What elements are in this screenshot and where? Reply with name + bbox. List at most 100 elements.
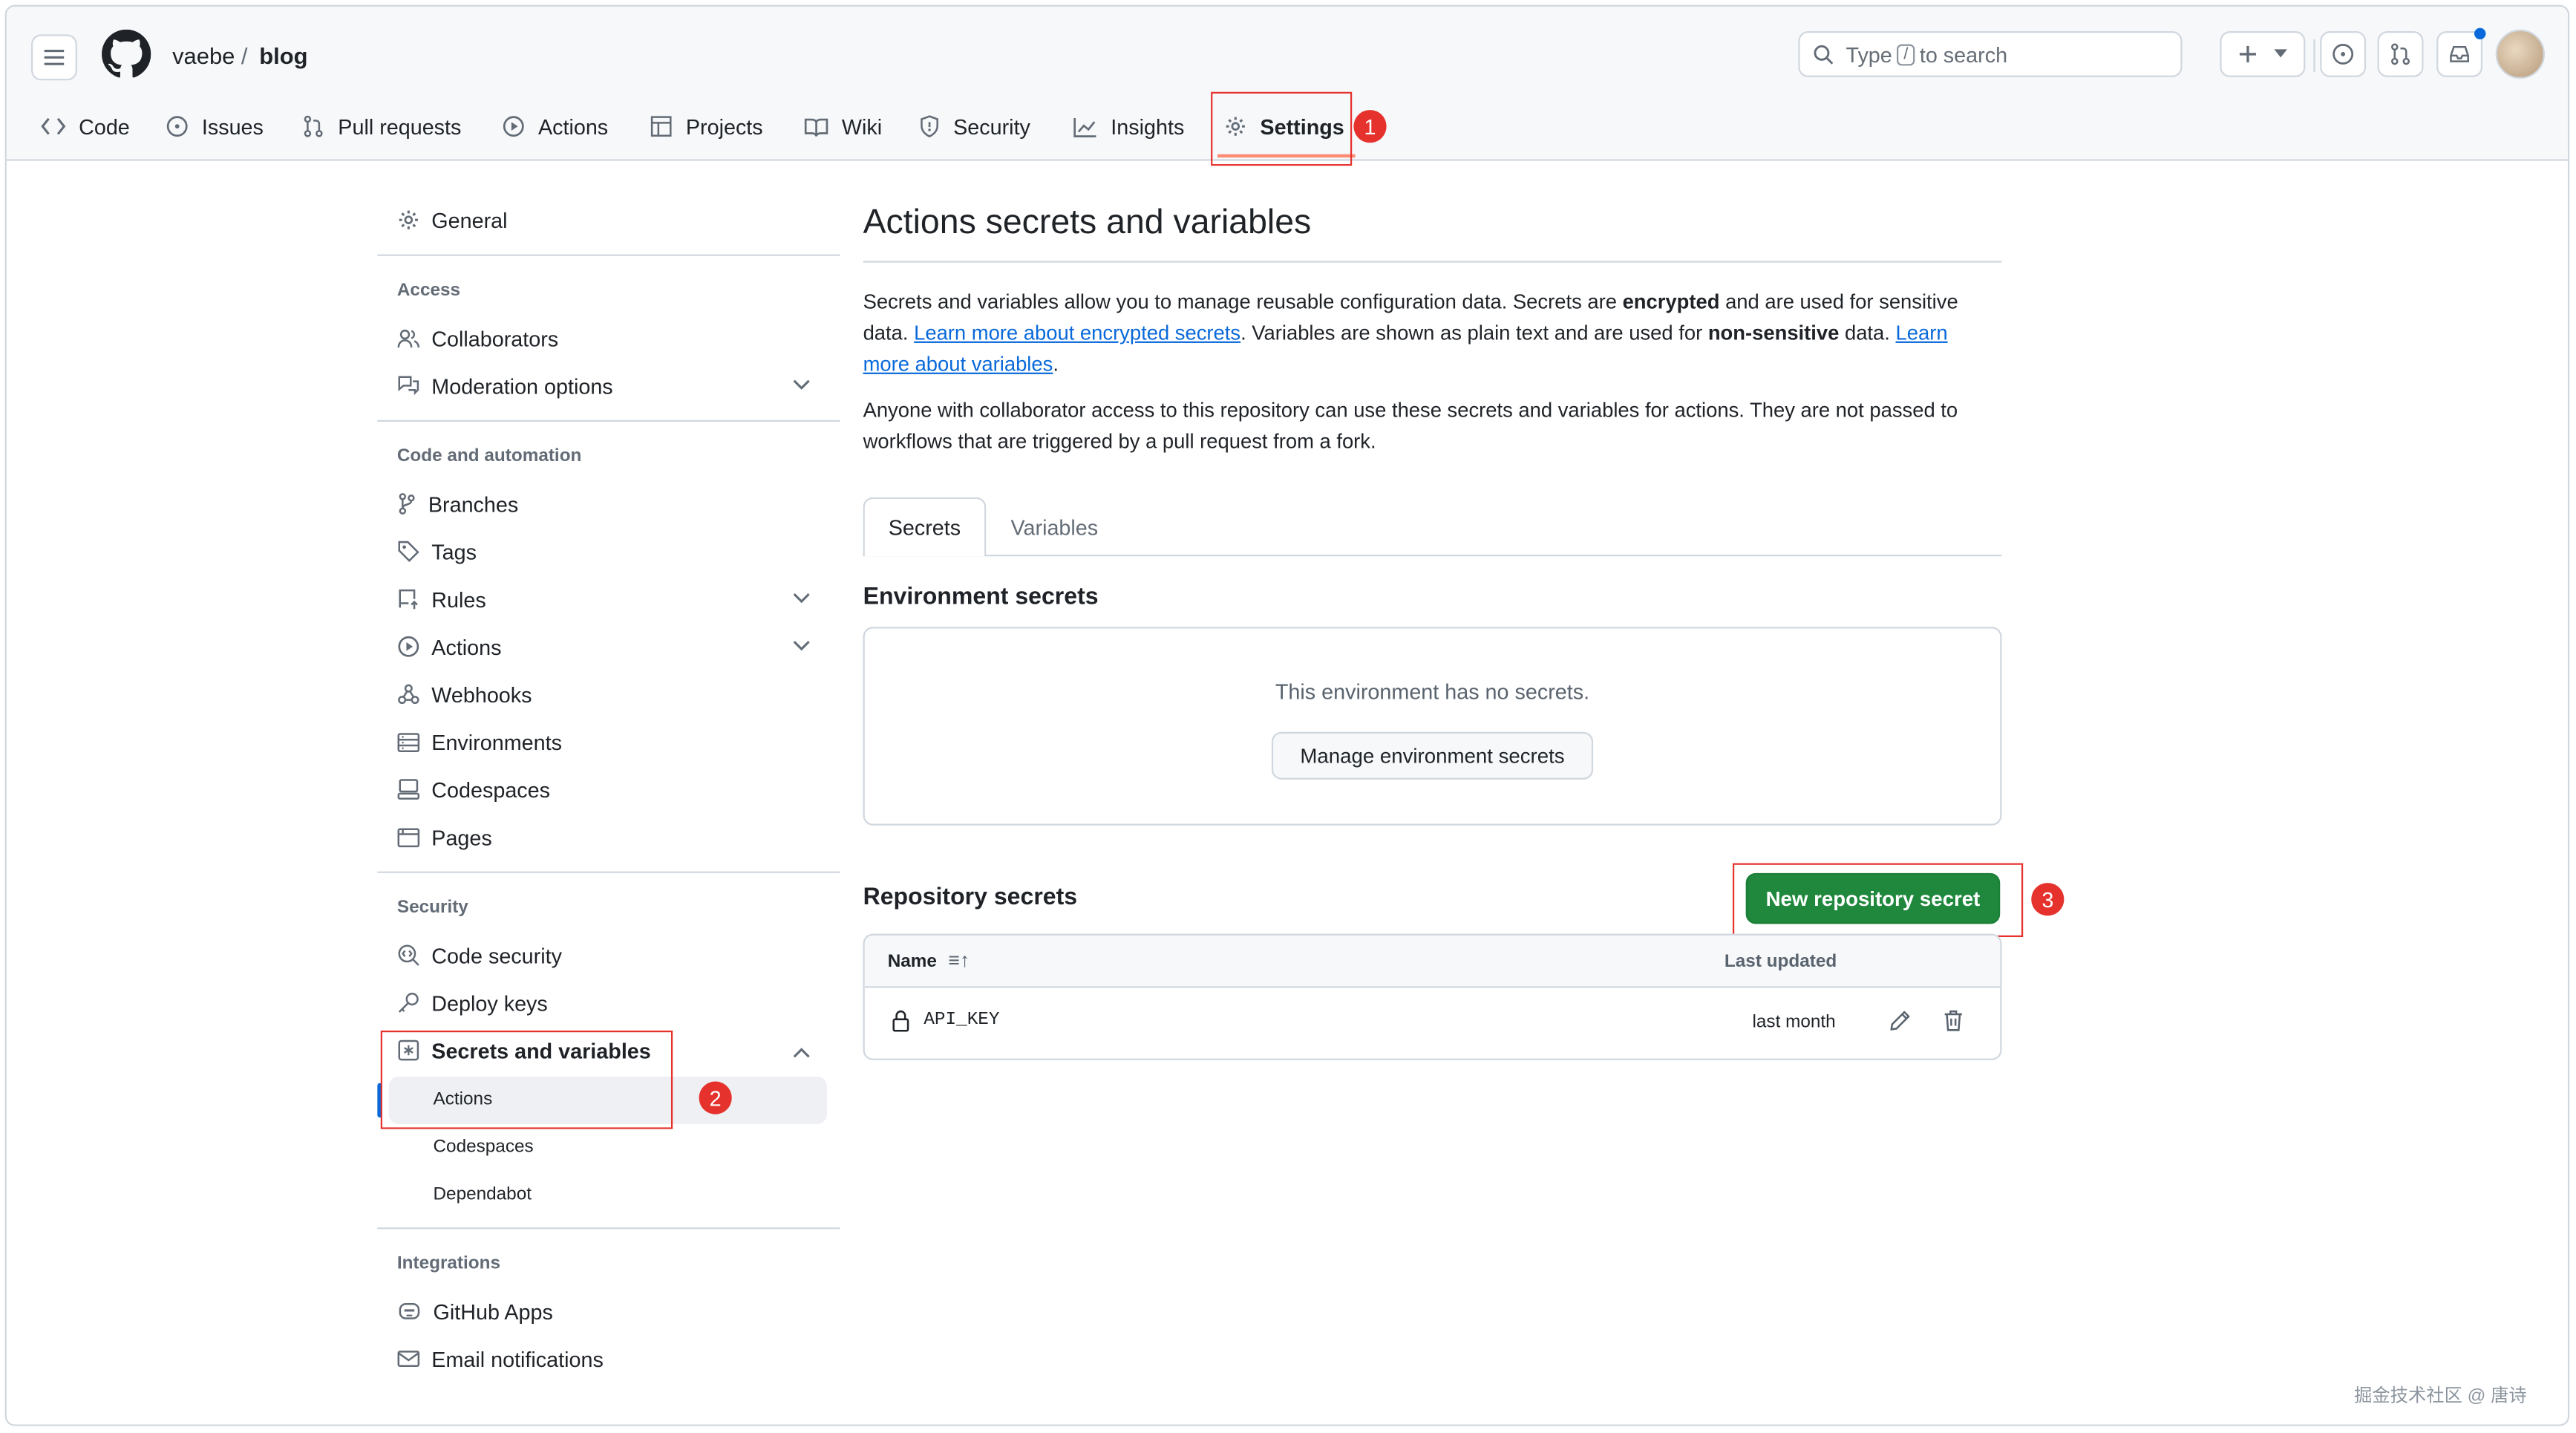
- chevron-down-icon[interactable]: [793, 379, 811, 391]
- sidebar-item-tags[interactable]: Tags: [397, 532, 477, 571]
- sidebar-item-label: GitHub Apps: [433, 1299, 553, 1324]
- search-icon: [1814, 44, 1834, 64]
- sidebar-item-label: Email notifications: [431, 1346, 604, 1371]
- pull-requests-button[interactable]: [2377, 30, 2424, 77]
- sidebar-subitem-codespaces[interactable]: Codespaces: [433, 1137, 533, 1158]
- sidebar-heading-access: Access: [396, 280, 461, 301]
- sidebar-item-general[interactable]: General: [397, 200, 508, 240]
- sidebar-heading-integrations: Integrations: [396, 1253, 501, 1274]
- gear-icon: [399, 210, 418, 229]
- tab-security-label: Security: [953, 114, 1030, 139]
- book-icon: [804, 117, 828, 136]
- tab-projects-label: Projects: [685, 114, 763, 139]
- sidebar-item-collaborators[interactable]: Collaborators: [397, 319, 558, 358]
- tab-pull-requests[interactable]: Pull requests: [302, 105, 462, 147]
- subtab-secrets[interactable]: Secrets: [863, 497, 987, 557]
- tab-wiki[interactable]: Wiki: [804, 105, 882, 147]
- sidebar-item-branches[interactable]: Branches: [397, 484, 518, 523]
- menu-button[interactable]: [30, 34, 77, 81]
- sidebar-item-label: Environments: [431, 729, 562, 754]
- search-suffix: to search: [1919, 42, 2008, 67]
- sidebar-divider: [377, 420, 840, 422]
- column-last-updated-header: Last updated: [1724, 951, 1837, 972]
- breadcrumb-owner[interactable]: vaebe: [172, 42, 235, 68]
- tab-security[interactable]: Security: [919, 105, 1030, 147]
- sidebar-subitem-dependabot[interactable]: Dependabot: [433, 1185, 532, 1205]
- environment-empty-text: This environment has no secrets.: [1275, 679, 1590, 705]
- sidebar-item-actions[interactable]: Actions: [397, 627, 502, 666]
- sort-icon[interactable]: ≡↑: [948, 948, 970, 971]
- plus-icon: [2239, 45, 2257, 62]
- tab-insights[interactable]: Insights: [1073, 105, 1184, 147]
- github-logo-icon[interactable]: [102, 29, 151, 79]
- title-divider: [863, 261, 2002, 263]
- codescan-icon: [398, 944, 419, 966]
- sidebar-item-environments[interactable]: Environments: [397, 722, 562, 761]
- sidebar-item-email-notifications[interactable]: Email notifications: [397, 1339, 604, 1379]
- sidebar-item-label: Deploy keys: [431, 990, 548, 1016]
- annotation-marker-2: 2: [699, 1081, 732, 1114]
- pencil-icon[interactable]: [1889, 1009, 1912, 1032]
- avatar[interactable]: [2495, 29, 2546, 79]
- hubot-icon: [399, 1303, 420, 1319]
- people-icon: [397, 328, 420, 347]
- notification-dot: [2474, 27, 2486, 40]
- manage-environment-secrets-button[interactable]: Manage environment secrets: [1271, 731, 1594, 780]
- search-shortcut-key: /: [1897, 43, 1915, 65]
- tab-projects[interactable]: Projects: [650, 105, 763, 147]
- sidebar-item-label: Codespaces: [431, 777, 551, 802]
- chevron-down-icon[interactable]: [793, 593, 811, 604]
- pull-request-icon: [304, 115, 323, 137]
- trash-icon[interactable]: [1943, 1009, 1964, 1032]
- caret-down-icon: [2274, 49, 2288, 58]
- intro-paragraph: Secrets and variables allow you to manag…: [863, 290, 1958, 376]
- tab-wiki-label: Wiki: [841, 114, 883, 139]
- tab-actions[interactable]: Actions: [502, 105, 608, 147]
- issue-icon: [2333, 44, 2354, 65]
- tab-pull-requests-label: Pull requests: [338, 114, 462, 139]
- subtab-divider: [863, 555, 2002, 557]
- tag-icon: [398, 541, 419, 562]
- sidebar-item-code-security[interactable]: Code security: [397, 936, 562, 975]
- issues-button[interactable]: [2320, 30, 2367, 77]
- sidebar-item-rules[interactable]: Rules: [397, 579, 486, 618]
- create-new-button[interactable]: [2220, 30, 2306, 77]
- sidebar-item-webhooks[interactable]: Webhooks: [397, 674, 532, 714]
- sidebar-item-pages[interactable]: Pages: [397, 817, 492, 857]
- subtab-variables[interactable]: Variables: [1010, 515, 1098, 540]
- sidebar-item-github-apps[interactable]: GitHub Apps: [397, 1291, 553, 1331]
- tab-issues[interactable]: Issues: [166, 105, 264, 147]
- tab-code[interactable]: Code: [41, 105, 130, 147]
- branch-icon: [399, 493, 415, 515]
- codespaces-icon: [397, 779, 420, 800]
- table-row: API_KEY last month: [865, 988, 2000, 1059]
- link-encrypted-secrets[interactable]: Learn more about encrypted secrets: [914, 321, 1240, 345]
- sidebar-item-label: Pages: [431, 824, 492, 849]
- annotation-box-new-secret: [1732, 863, 2024, 938]
- search-input[interactable]: Type / to search: [1798, 30, 2183, 77]
- sidebar-divider: [377, 254, 840, 256]
- chevron-down-icon[interactable]: [793, 640, 811, 651]
- environment-secrets-heading: Environment secrets: [863, 584, 1099, 611]
- column-name-header[interactable]: Name: [888, 952, 937, 972]
- secret-last-updated: last month: [1752, 1012, 1836, 1033]
- play-icon: [503, 116, 524, 137]
- secret-name: API_KEY: [923, 1011, 1000, 1031]
- chevron-up-icon[interactable]: [793, 1047, 811, 1058]
- sidebar-divider: [377, 1227, 840, 1230]
- sidebar-item-deploy-keys[interactable]: Deploy keys: [397, 983, 548, 1022]
- sidebar-item-label: Tags: [431, 539, 477, 564]
- sidebar-item-moderation-options[interactable]: Moderation options: [397, 366, 613, 405]
- sidebar-heading-security: Security: [396, 897, 468, 918]
- issue-icon: [166, 116, 188, 137]
- comment-discussion-icon: [398, 376, 419, 396]
- sidebar-item-codespaces[interactable]: Codespaces: [397, 770, 550, 809]
- sidebar-item-label: General: [431, 207, 508, 232]
- tab-actions-label: Actions: [537, 114, 609, 139]
- annotation-box-secrets-actions: [380, 1031, 673, 1129]
- sidebar-item-label: Webhooks: [431, 682, 532, 707]
- breadcrumb-repo[interactable]: blog: [259, 42, 307, 68]
- hamburger-icon: [44, 49, 65, 65]
- lock-icon: [892, 1010, 909, 1032]
- sidebar-item-label: Code security: [431, 942, 562, 967]
